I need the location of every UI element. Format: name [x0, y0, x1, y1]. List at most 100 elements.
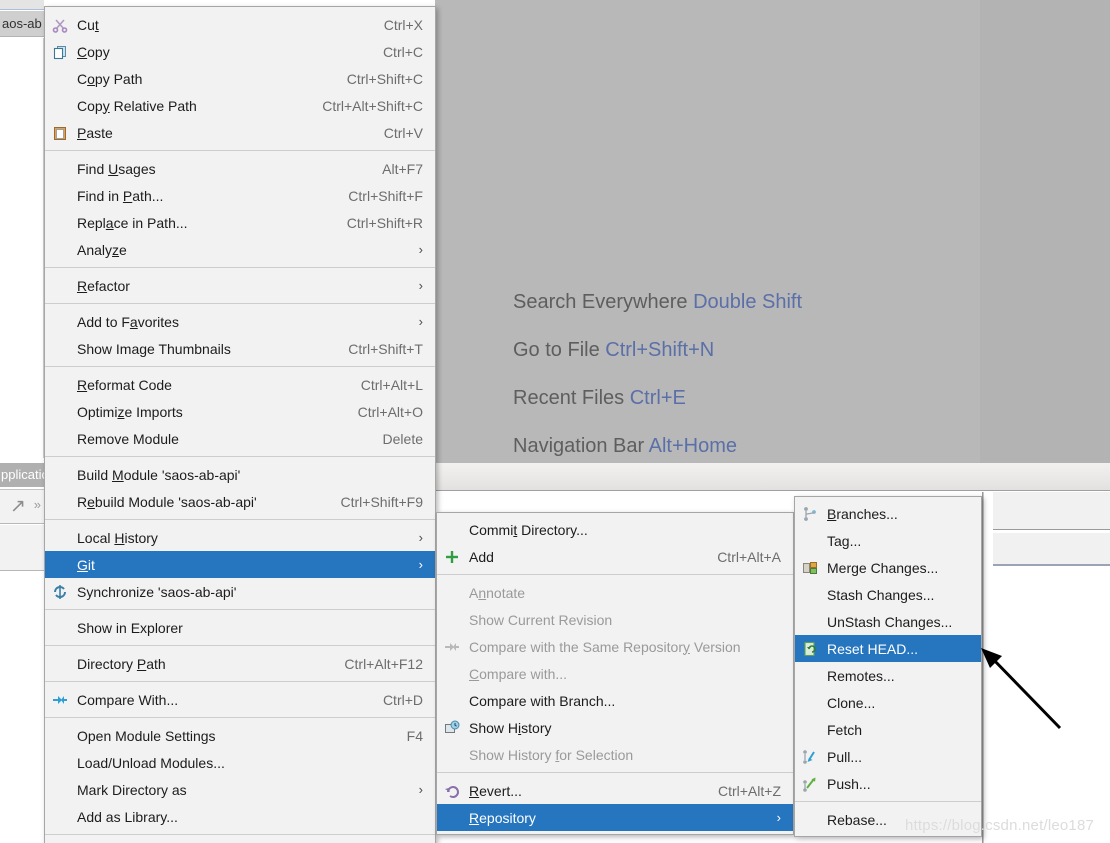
- menu-item-shortcut: Ctrl+C: [382, 43, 423, 60]
- menu-item-fetch[interactable]: Fetch: [795, 716, 981, 743]
- menu-item-replace-in-path[interactable]: Replace in Path... Ctrl+Shift+R: [45, 209, 435, 236]
- sync-icon: [51, 583, 69, 601]
- menu-item-label: Replace in Path...: [77, 214, 188, 231]
- menu-item-analyze[interactable]: Analyze ›: [45, 236, 435, 263]
- menu-item-refactor[interactable]: Refactor ›: [45, 272, 435, 299]
- submenu-chevron-icon: ›: [418, 530, 423, 545]
- menu-item-compare-with-branch[interactable]: Compare with Branch...: [437, 687, 793, 714]
- menu-item-git[interactable]: Git ›: [45, 551, 435, 578]
- menu-item-show-history[interactable]: Show History: [437, 714, 793, 741]
- menu-item-shortcut: Ctrl+Alt+A: [717, 548, 781, 565]
- menu-item-shortcut: Ctrl+X: [383, 16, 423, 33]
- menu-item-push[interactable]: Push...: [795, 770, 981, 797]
- menu-item-reset-head[interactable]: Reset HEAD...: [795, 635, 981, 662]
- repository-submenu[interactable]: Branches... Tag... Merge Changes... Stash C…: [794, 496, 982, 837]
- menu-item-label: Add: [469, 548, 494, 565]
- menu-item-cut[interactable]: Cut Ctrl+X: [45, 11, 435, 38]
- watermark-text: https://blog.csdn.net/leo187: [905, 817, 1095, 834]
- menu-item-directory-path[interactable]: Directory Path Ctrl+Alt+F12: [45, 650, 435, 677]
- menu-item-show-in-explorer[interactable]: Show in Explorer: [45, 614, 435, 641]
- menu-item-copy-path[interactable]: Copy Path Ctrl+Shift+C: [45, 65, 435, 92]
- menu-item-compare-with[interactable]: Compare With... Ctrl+D: [45, 686, 435, 713]
- hint-key: Alt+Home: [648, 435, 738, 457]
- menu-item-label: Annotate: [469, 584, 526, 601]
- menu-item-show-current-revision: Show Current Revision: [437, 606, 793, 633]
- menu-item-add[interactable]: Add Ctrl+Alt+A: [437, 543, 793, 570]
- menu-item-shortcut: F4: [406, 727, 423, 744]
- menu-item-commit-directory[interactable]: Commit Directory...: [437, 516, 793, 543]
- git-submenu[interactable]: Commit Directory... Add Ctrl+Alt+A Annotate…: [436, 512, 794, 835]
- menu-item-label: Copy: [77, 43, 110, 60]
- push-icon: [801, 775, 819, 793]
- tool-window-body-partial: [0, 525, 44, 571]
- menu-separator: [45, 717, 435, 718]
- menu-item-label: Copy Relative Path: [77, 97, 197, 114]
- submenu-chevron-icon: ›: [418, 278, 423, 293]
- menu-item-load-unload-modules[interactable]: Load/Unload Modules...: [45, 749, 435, 776]
- menu-separator: [437, 574, 793, 575]
- submenu-chevron-icon: ›: [418, 557, 423, 572]
- compare-icon-gray: [443, 638, 461, 656]
- menu-item-build-module-saos-ab-api[interactable]: Build Module 'saos-ab-api': [45, 461, 435, 488]
- menu-item-stash-changes[interactable]: Stash Changes...: [795, 581, 981, 608]
- menu-item-label: Open Module Settings: [77, 727, 216, 744]
- menu-item-pull[interactable]: Pull...: [795, 743, 981, 770]
- menu-item-optimize-imports[interactable]: Optimize Imports Ctrl+Alt+O: [45, 398, 435, 425]
- tool-window-toolbar-partial: ↗ »: [0, 489, 44, 524]
- menu-item-label: Compare with...: [469, 665, 568, 682]
- menu-item-revert[interactable]: Revert... Ctrl+Alt+Z: [437, 777, 793, 804]
- menu-item-tag[interactable]: Tag...: [795, 527, 981, 554]
- menu-item-label: Optimize Imports: [77, 403, 183, 420]
- submenu-chevron-icon: ›: [418, 242, 423, 257]
- right-panel-section-top: [993, 492, 1110, 530]
- menu-item-remove-module[interactable]: Remove Module Delete: [45, 425, 435, 452]
- menu-item-show-image-thumbnails[interactable]: Show Image Thumbnails Ctrl+Shift+T: [45, 335, 435, 362]
- menu-item-copy[interactable]: Copy Ctrl+C: [45, 38, 435, 65]
- menu-item-label: Stash Changes...: [827, 586, 935, 603]
- menu-item-unstash-changes[interactable]: UnStash Changes...: [795, 608, 981, 635]
- menu-item-repository[interactable]: Repository ›: [437, 804, 793, 831]
- hint-key: Ctrl+E: [629, 387, 686, 409]
- menu-separator: [45, 150, 435, 151]
- menu-item-clone[interactable]: Clone...: [795, 689, 981, 716]
- menu-item-label: Mark Directory as: [77, 781, 187, 798]
- menu-item-find-in-path[interactable]: Find in Path... Ctrl+Shift+F: [45, 182, 435, 209]
- menu-separator: [795, 801, 981, 802]
- export-arrow-icon[interactable]: ↗: [10, 497, 26, 516]
- menu-separator: [45, 609, 435, 610]
- menu-item-compare-with-the-same-repository-version: Compare with the Same Repository Version: [437, 633, 793, 660]
- menu-item-add-to-favorites[interactable]: Add to Favorites ›: [45, 308, 435, 335]
- menu-item-reformat-code[interactable]: Reformat Code Ctrl+Alt+L: [45, 371, 435, 398]
- menu-item-label: Find in Path...: [77, 187, 164, 204]
- menu-item-merge-changes[interactable]: Merge Changes...: [795, 554, 981, 581]
- tool-window-label-partial: pplicatio: [0, 463, 44, 487]
- menu-item-local-history[interactable]: Local History ›: [45, 524, 435, 551]
- menu-item-compare-with: Compare with...: [437, 660, 793, 687]
- menu-item-branches[interactable]: Branches...: [795, 500, 981, 527]
- menu-item-label: Show History for Selection: [469, 746, 634, 763]
- menu-item-open-module-settings[interactable]: Open Module Settings F4: [45, 722, 435, 749]
- pull-icon: [801, 748, 819, 766]
- menu-item-label: Merge Changes...: [827, 559, 939, 576]
- menu-item-label: Clone...: [827, 694, 876, 711]
- menu-item-add-as-library[interactable]: Add as Library...: [45, 803, 435, 830]
- menu-item-paste[interactable]: Paste Ctrl+V: [45, 119, 435, 146]
- menu-item-label: Repository: [469, 809, 536, 826]
- menu-item-shortcut: Ctrl+Shift+F9: [340, 493, 423, 510]
- editor-tab-partial[interactable]: aos-ab: [0, 11, 44, 37]
- menu-item-label: Copy Path: [77, 70, 143, 87]
- overflow-chevron-icon[interactable]: »: [34, 498, 41, 511]
- menu-item-label: Fetch: [827, 721, 863, 738]
- menu-item-find-usages[interactable]: Find Usages Alt+F7: [45, 155, 435, 182]
- menu-item-synchronize-saos-ab-api[interactable]: Synchronize 'saos-ab-api': [45, 578, 435, 605]
- menu-item-copy-relative-path[interactable]: Copy Relative Path Ctrl+Alt+Shift+C: [45, 92, 435, 119]
- menu-separator: [45, 681, 435, 682]
- menu-item-rebuild-module-saos-ab-api[interactable]: Rebuild Module 'saos-ab-api' Ctrl+Shift+F…: [45, 488, 435, 515]
- menu-item-mark-directory-as[interactable]: Mark Directory as ›: [45, 776, 435, 803]
- hint-row: Search Everywhere Double Shift: [513, 278, 802, 326]
- menu-item-diagrams[interactable]: Diagrams›: [45, 839, 435, 843]
- project-view-context-menu[interactable]: Cut Ctrl+X Copy Ctrl+C Copy Path Ctrl+Shift+C…: [44, 6, 436, 843]
- menu-separator: [45, 267, 435, 268]
- menu-item-remotes[interactable]: Remotes...: [795, 662, 981, 689]
- hint-key: Ctrl+Shift+N: [605, 339, 715, 361]
